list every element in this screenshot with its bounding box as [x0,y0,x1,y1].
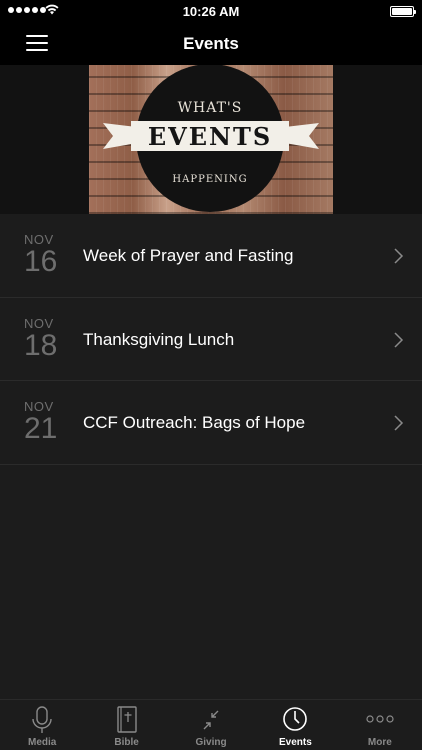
banner-line2: EVENTS [148,122,272,151]
tab-label: More [367,737,392,748]
battery-icon [390,6,416,17]
bible-icon [116,706,137,733]
tab-label: Media [28,737,57,748]
chevron-right-icon [394,415,404,431]
event-title: CCF Outreach: Bags of Hope [83,413,306,432]
event-day: 18 [24,328,58,362]
giving-icon [203,710,219,730]
events-banner-image: WHAT'S EVENTS HAPPENING [89,65,333,214]
event-row[interactable]: NOV 16 Week of Prayer and Fasting [0,214,422,298]
event-row[interactable]: NOV 21 CCF Outreach: Bags of Hope [0,381,422,465]
banner-line3: HAPPENING [172,174,247,185]
clock-icon [283,707,308,731]
event-date: NOV 21 [24,399,64,445]
microphone-icon [32,706,52,733]
event-title: Week of Prayer and Fasting [83,246,294,265]
tab-giving[interactable]: Giving [169,700,253,750]
page-title: Events [183,34,239,53]
banner-area: WHAT'S EVENTS HAPPENING [0,65,422,214]
events-list: NOV 16 Week of Prayer and Fasting NOV 18… [0,214,422,465]
event-date: NOV 16 [24,232,64,278]
tab-bar: Media Bible Giving Events More [0,699,422,750]
event-title: Thanksgiving Lunch [83,329,235,349]
chevron-right-icon [394,248,404,264]
event-day: 21 [24,412,58,445]
navigation-bar: Events [0,22,422,65]
tab-label: Giving [195,737,227,748]
event-day: 16 [24,245,58,278]
banner-line1: WHAT'S [178,100,243,116]
tab-bible[interactable]: Bible [84,700,168,750]
tab-label: Events [279,737,312,748]
event-row[interactable]: NOV 18 Thanksgiving Lunch [0,298,422,381]
status-time: 10:26 AM [182,4,240,19]
tab-more[interactable]: More [338,700,422,750]
event-date: NOV 18 [24,316,64,362]
tab-events[interactable]: Events [253,700,337,750]
tab-label: Bible [114,737,139,748]
more-icon [366,715,394,723]
status-bar: 10:26 AM [0,0,422,22]
chevron-right-icon [394,331,404,348]
tab-media[interactable]: Media [0,700,84,750]
